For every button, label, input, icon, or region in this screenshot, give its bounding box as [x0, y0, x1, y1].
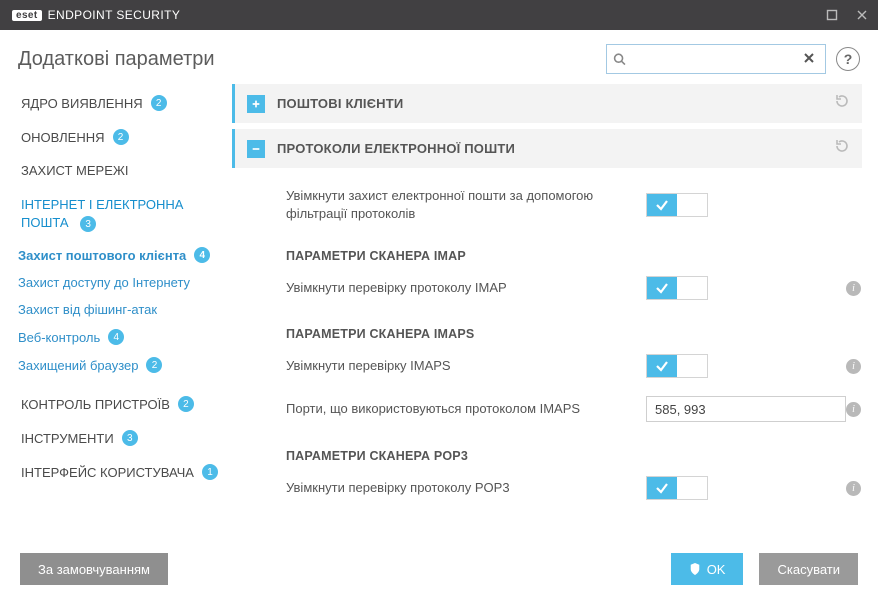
- sidebar-item-user-interface[interactable]: ІНТЕРФЕЙС КОРИСТУВАЧА 1: [0, 455, 232, 489]
- brand-product: ENDPOINT SECURITY: [48, 8, 181, 22]
- search-input[interactable]: [630, 52, 797, 67]
- sidebar-item-updates[interactable]: ОНОВЛЕННЯ 2: [0, 120, 232, 154]
- check-icon: [647, 477, 677, 499]
- sidebar-item-network-protection[interactable]: ЗАХИСТ МЕРЕЖІ: [0, 154, 232, 187]
- sidebar-sub-secure-browser[interactable]: Захищений браузер 2: [0, 351, 232, 379]
- subheader-imaps: ПАРАМЕТРИ СКАНЕРА IMAPS: [286, 309, 850, 345]
- setting-label: Увімкнути перевірку протоколу IMAP: [286, 279, 646, 297]
- check-icon: [647, 194, 677, 216]
- toggle-enable-email-protection[interactable]: [646, 193, 708, 217]
- info-icon[interactable]: i: [846, 281, 861, 296]
- info-icon[interactable]: i: [846, 402, 861, 417]
- page-title: Додаткові параметри: [18, 48, 215, 71]
- sidebar-item-label: ІНТЕРНЕТ І ЕЛЕКТРОННА ПОШТА: [21, 197, 183, 230]
- sidebar-sub-phishing-protection[interactable]: Захист від фішинг-атак: [0, 296, 232, 323]
- button-label: За замовчуванням: [38, 562, 150, 577]
- info-icon[interactable]: i: [846, 359, 861, 374]
- sidebar-badge: 2: [113, 129, 129, 145]
- section-title: ПОШТОВІ КЛІЄНТИ: [277, 96, 403, 111]
- ok-button[interactable]: OK: [671, 553, 744, 585]
- row-imaps-ports: Порти, що використовуються протоколом IM…: [286, 387, 850, 431]
- sidebar-badge: 1: [202, 464, 218, 480]
- toggle-enable-pop3[interactable]: [646, 476, 708, 500]
- row-enable-imap: Увімкнути перевірку протоколу IMAP i: [286, 267, 850, 309]
- reset-icon[interactable]: [834, 93, 850, 114]
- search-clear-button[interactable]: [803, 51, 819, 67]
- section-body: Увімкнути захист електронної пошти за до…: [232, 168, 862, 527]
- setting-label: Увімкнути перевірку протоколу POP3: [286, 479, 646, 497]
- row-enable-email-protection: Увімкнути захист електронної пошти за до…: [286, 178, 850, 231]
- cancel-button[interactable]: Скасувати: [759, 553, 858, 585]
- reset-icon[interactable]: [834, 138, 850, 159]
- section-email-protocols: ПРОТОКОЛИ ЕЛЕКТРОННОЇ ПОШТИ Увімкнути за…: [232, 129, 862, 527]
- search-icon: [613, 52, 626, 66]
- sidebar-sub-web-control[interactable]: Веб-контроль 4: [0, 323, 232, 351]
- check-icon: [647, 277, 677, 299]
- help-button[interactable]: ?: [836, 47, 860, 71]
- sidebar-item-label: Захист доступу до Інтернету: [18, 275, 190, 290]
- header: Додаткові параметри ?: [0, 30, 878, 84]
- setting-label: Увімкнути перевірку IMAPS: [286, 357, 646, 375]
- sidebar-item-device-control[interactable]: КОНТРОЛЬ ПРИСТРОЇВ 2: [0, 387, 232, 421]
- subheader-imap: ПАРАМЕТРИ СКАНЕРА IMAP: [286, 231, 850, 267]
- sidebar-item-label: ОНОВЛЕННЯ: [21, 130, 105, 145]
- toggle-enable-imaps[interactable]: [646, 354, 708, 378]
- window-close-button[interactable]: [854, 7, 870, 23]
- section-mail-clients: ПОШТОВІ КЛІЄНТИ: [232, 84, 862, 123]
- sidebar-sub-web-access-protection[interactable]: Захист доступу до Інтернету: [0, 269, 232, 296]
- search-box[interactable]: [606, 44, 826, 74]
- sidebar-badge: 4: [194, 247, 210, 263]
- setting-label: Увімкнути захист електронної пошти за до…: [286, 187, 646, 222]
- sidebar-item-tools[interactable]: ІНСТРУМЕНТИ 3: [0, 421, 232, 455]
- content-panel: ПОШТОВІ КЛІЄНТИ ПРОТОКОЛИ ЕЛЕКТРОННОЇ ПО…: [232, 84, 878, 540]
- sidebar-badge: 4: [108, 329, 124, 345]
- sidebar-item-label: ЯДРО ВИЯВЛЕННЯ: [21, 96, 143, 111]
- expand-icon[interactable]: [247, 95, 265, 113]
- subheader-pop3: ПАРАМЕТРИ СКАНЕРА POP3: [286, 431, 850, 467]
- section-header-email-protocols[interactable]: ПРОТОКОЛИ ЕЛЕКТРОННОЇ ПОШТИ: [232, 129, 862, 168]
- sidebar-item-internet-and-email[interactable]: ІНТЕРНЕТ І ЕЛЕКТРОННА ПОШТА 3: [0, 187, 232, 241]
- sidebar-item-label: Веб-контроль: [18, 330, 100, 345]
- sidebar-item-label: ІНСТРУМЕНТИ: [21, 431, 114, 446]
- sidebar-badge: 2: [146, 357, 162, 373]
- sidebar-item-label: Захист поштового клієнта: [18, 248, 186, 263]
- sidebar: ЯДРО ВИЯВЛЕННЯ 2 ОНОВЛЕННЯ 2 ЗАХИСТ МЕРЕ…: [0, 84, 232, 540]
- sidebar-badge: 2: [178, 396, 194, 412]
- section-header-mail-clients[interactable]: ПОШТОВІ КЛІЄНТИ: [232, 84, 862, 123]
- sidebar-badge: 2: [151, 95, 167, 111]
- sidebar-item-label: КОНТРОЛЬ ПРИСТРОЇВ: [21, 397, 170, 412]
- sidebar-item-label: ІНТЕРФЕЙС КОРИСТУВАЧА: [21, 465, 194, 480]
- defaults-button[interactable]: За замовчуванням: [20, 553, 168, 585]
- sidebar-sub-email-client-protection[interactable]: Захист поштового клієнта 4: [0, 241, 232, 269]
- titlebar: eset ENDPOINT SECURITY: [0, 0, 878, 30]
- sidebar-item-label: ЗАХИСТ МЕРЕЖІ: [21, 163, 129, 178]
- info-icon[interactable]: i: [846, 481, 861, 496]
- button-label: OK: [707, 562, 726, 577]
- section-title: ПРОТОКОЛИ ЕЛЕКТРОННОЇ ПОШТИ: [277, 141, 515, 156]
- sidebar-item-label: Захист від фішинг-атак: [18, 302, 157, 317]
- brand: eset ENDPOINT SECURITY: [12, 8, 180, 22]
- sidebar-item-label: Захищений браузер: [18, 358, 138, 373]
- toggle-enable-imap[interactable]: [646, 276, 708, 300]
- collapse-icon[interactable]: [247, 140, 265, 158]
- button-label: Скасувати: [777, 562, 840, 577]
- sidebar-badge: 3: [80, 216, 96, 232]
- brand-eset-logo: eset: [12, 10, 42, 21]
- check-icon: [647, 355, 677, 377]
- row-enable-pop3: Увімкнути перевірку протоколу POP3 i: [286, 467, 850, 509]
- shield-icon: [689, 563, 701, 575]
- window-maximize-button[interactable]: [824, 7, 840, 23]
- footer: За замовчуванням OK Скасувати: [0, 540, 878, 598]
- row-enable-imaps: Увімкнути перевірку IMAPS i: [286, 345, 850, 387]
- sidebar-item-detection-core[interactable]: ЯДРО ВИЯВЛЕННЯ 2: [0, 86, 232, 120]
- setting-label: Порти, що використовуються протоколом IM…: [286, 400, 646, 418]
- input-imaps-ports[interactable]: [646, 396, 846, 422]
- sidebar-badge: 3: [122, 430, 138, 446]
- window-controls: [824, 7, 870, 23]
